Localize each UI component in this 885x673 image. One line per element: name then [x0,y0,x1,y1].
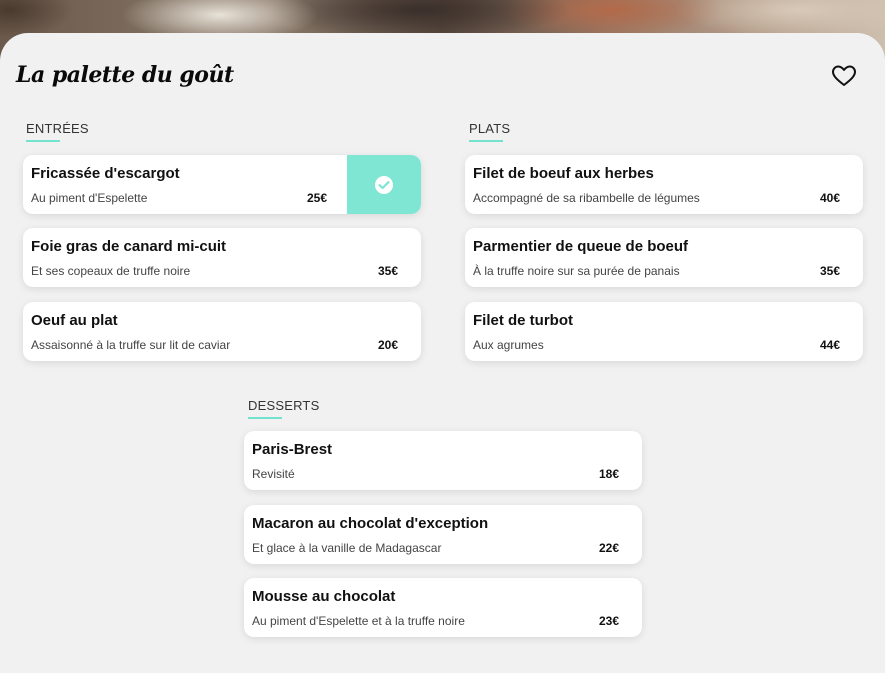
item-name: Parmentier de queue de boeuf [473,238,689,255]
section-label-entrees: ENTRÉES [26,121,89,136]
item-price: 35€ [820,264,841,278]
menu-item-paris-brest[interactable]: Paris-Brest Revisité 18€ [244,431,642,490]
favorite-button[interactable] [831,64,857,88]
item-name: Filet de turbot [473,312,573,329]
menu-item-fricassee-escargot[interactable]: Fricassée d'escargot Au piment d'Espelet… [23,155,421,214]
menu-item-foie-gras[interactable]: Foie gras de canard mi-cuit Et ses copea… [23,228,421,287]
item-price: 35€ [378,264,399,278]
item-name: Fricassée d'escargot [31,165,180,182]
section-underline [26,140,60,142]
item-price: 18€ [599,467,620,481]
section-header-desserts: DESSERTS [248,398,319,419]
menu-item-oeuf-au-plat[interactable]: Oeuf au plat Assaisonné à la truffe sur … [23,302,421,361]
item-name: Oeuf au plat [31,312,118,329]
menu-item-macaron-chocolat[interactable]: Macaron au chocolat d'exception Et glace… [244,505,642,564]
menu-item-parmentier[interactable]: Parmentier de queue de boeuf À la truffe… [465,228,863,287]
item-description: Et ses copeaux de truffe noire [31,264,191,278]
item-price: 23€ [599,614,620,628]
item-description: Et glace à la vanille de Madagascar [252,541,442,555]
item-price: 44€ [820,338,841,352]
section-label-desserts: DESSERTS [248,398,320,413]
item-price: 22€ [599,541,620,555]
item-name: Macaron au chocolat d'exception [252,515,489,532]
item-price: 25€ [307,191,328,205]
menu-item-filet-boeuf[interactable]: Filet de boeuf aux herbes Accompagné de … [465,155,863,214]
item-description: Revisité [252,467,295,481]
menu-item-filet-turbot[interactable]: Filet de turbot Aux agrumes 44€ [465,302,863,361]
item-description: Aux agrumes [473,338,544,352]
item-description: Au piment d'Espelette [31,191,148,205]
heart-outline-icon [832,65,856,86]
section-header-entrees: ENTRÉES [26,121,89,142]
item-price: 20€ [378,338,399,352]
item-name: Mousse au chocolat [252,588,396,605]
section-underline [469,140,503,142]
menu-item-mousse-chocolat[interactable]: Mousse au chocolat Au piment d'Espelette… [244,578,642,637]
section-label-plats: PLATS [469,121,511,136]
item-price: 40€ [820,191,841,205]
selected-indicator[interactable] [347,155,421,214]
item-name: Filet de boeuf aux herbes [473,165,654,182]
item-description: Assaisonné à la truffe sur lit de caviar [31,338,231,352]
item-description: Accompagné de sa ribambelle de légumes [473,191,700,205]
item-name: Foie gras de canard mi-cuit [31,238,227,255]
page-title: La palette du goût [16,62,234,88]
section-underline [248,417,282,419]
section-header-plats: PLATS [469,121,510,142]
item-name: Paris-Brest [252,441,333,458]
item-description: Au piment d'Espelette et à la truffe noi… [252,614,465,628]
check-circle-icon [375,175,393,194]
item-description: À la truffe noire sur sa purée de panais [473,264,680,278]
